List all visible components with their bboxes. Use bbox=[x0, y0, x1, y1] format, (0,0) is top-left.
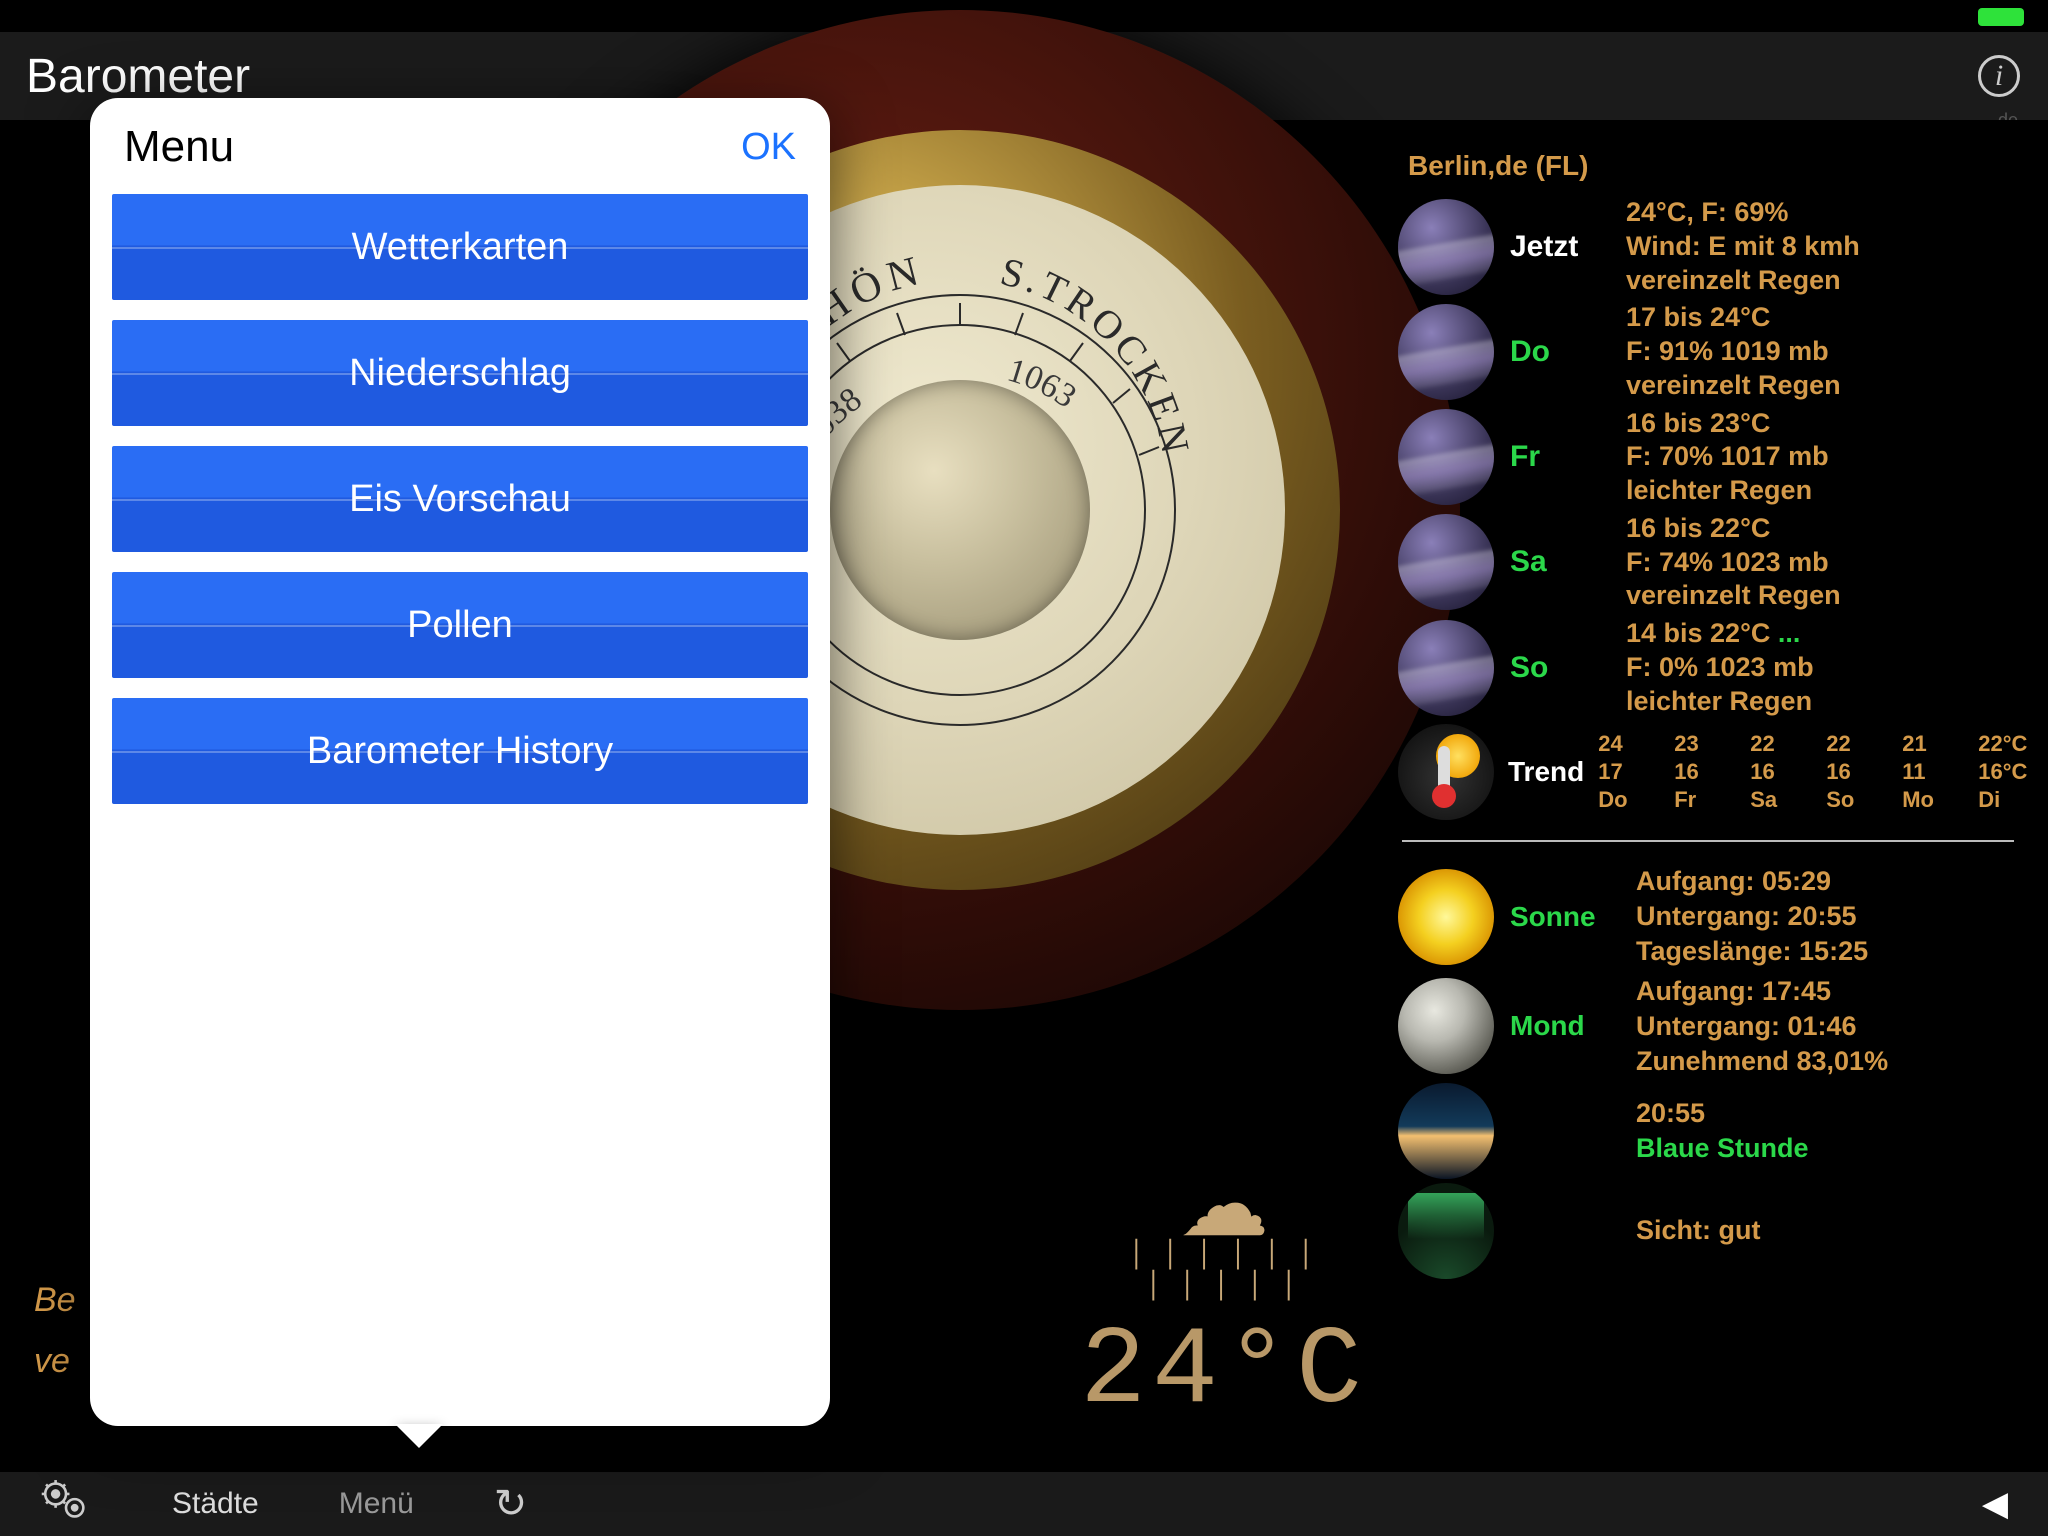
trend-cell: 17 bbox=[1598, 759, 1658, 785]
forecast-weather-icon bbox=[1398, 514, 1494, 610]
rain-icon: ׀ ׀ ׀ ׀ ׀ ׀׀ ׀ ׀ ׀ ׀ bbox=[1080, 1240, 1368, 1302]
back-button[interactable]: ◀ bbox=[1982, 1484, 2008, 1524]
forecast-day-label: So bbox=[1510, 651, 1610, 685]
trend-cell: Do bbox=[1598, 787, 1658, 813]
battery-icon bbox=[1978, 8, 2024, 26]
trend-cell: Mo bbox=[1902, 787, 1962, 813]
moon-icon bbox=[1398, 978, 1494, 1074]
forecast-weather-icon bbox=[1398, 620, 1494, 716]
forecast-row[interactable]: So 14 bis 22°C ...F: 0% 1023 mbleichter R… bbox=[1398, 617, 2018, 718]
forecast-weather-icon bbox=[1398, 409, 1494, 505]
forecast-text: 16 bis 23°CF: 70% 1017 mbleichter Regen bbox=[1626, 407, 1829, 508]
toolbar: Städte Menü ↻ ◀ bbox=[0, 1472, 2048, 1536]
forecast-text: 14 bis 22°C ...F: 0% 1023 mbleichter Reg… bbox=[1626, 617, 1814, 718]
astro-row[interactable]: 20:55Blaue Stunde bbox=[1398, 1083, 2018, 1179]
info-button[interactable]: i bbox=[1978, 55, 2020, 97]
astro-label: Mond bbox=[1510, 1010, 1620, 1042]
reload-button[interactable]: ↻ bbox=[494, 1481, 528, 1527]
trend-cell: 16 bbox=[1750, 759, 1810, 785]
trend-cell: Fr bbox=[1674, 787, 1734, 813]
astro-row[interactable]: Sonne Aufgang: 05:29Untergang: 20:55Tages… bbox=[1398, 864, 2018, 969]
current-temp: 24°C bbox=[1080, 1310, 1368, 1435]
aurora-icon bbox=[1398, 1183, 1494, 1279]
menu-popover: Menu OK Wetterkarten Niederschlag Eis Vors… bbox=[90, 98, 830, 1426]
page-title: Barometer bbox=[26, 49, 250, 104]
popover-title: Menu bbox=[124, 122, 234, 172]
forecast-panel: Berlin,de (FL) Jetzt 24°C, F: 69%Wind: E … bbox=[1398, 150, 2018, 1283]
forecast-text: 17 bis 24°CF: 91% 1019 mbvereinzelt Rege… bbox=[1626, 301, 1841, 402]
forecast-day-label: Sa bbox=[1510, 545, 1610, 579]
astro-text: Sicht: gut bbox=[1636, 1213, 1760, 1248]
forecast-text: 16 bis 22°CF: 74% 1023 mbvereinzelt Rege… bbox=[1626, 512, 1841, 613]
location-title: Berlin,de (FL) bbox=[1408, 150, 2018, 182]
trend-cell: Di bbox=[1978, 787, 2038, 813]
trend-row: Trend 242322222122°C171616161116°CDoFrSa… bbox=[1398, 724, 2018, 820]
menu-button[interactable]: Menü bbox=[339, 1487, 414, 1521]
rain-cloud-icon: ☁ bbox=[1080, 1160, 1368, 1250]
trend-cell: 22 bbox=[1750, 731, 1810, 757]
trend-cell: 24 bbox=[1598, 731, 1658, 757]
trend-grid: 24 23 22 22 21 22°C 17 16 16 16 11 16°C Do Fr Sa So Mo Di bbox=[1598, 731, 2038, 813]
forecast-weather-icon bbox=[1398, 304, 1494, 400]
cities-button[interactable]: Städte bbox=[172, 1487, 259, 1521]
menu-item-wetterkarten[interactable]: Wetterkarten bbox=[112, 194, 808, 300]
forecast-row[interactable]: Fr 16 bis 23°CF: 70% 1017 mbleichter Rege… bbox=[1398, 407, 2018, 508]
forecast-weather-icon bbox=[1398, 199, 1494, 295]
divider bbox=[1402, 840, 2014, 842]
forecast-text: 24°C, F: 69%Wind: E mit 8 kmhvereinzelt … bbox=[1626, 196, 1860, 297]
astro-row[interactable]: Sicht: gut bbox=[1398, 1183, 2018, 1279]
trend-cell: 23 bbox=[1674, 731, 1734, 757]
forecast-row[interactable]: Sa 16 bis 22°CF: 74% 1023 mbvereinzelt Re… bbox=[1398, 512, 2018, 613]
current-conditions: ☁ ׀ ׀ ׀ ׀ ׀ ׀׀ ׀ ׀ ׀ ׀ 24°C bbox=[1080, 1160, 1368, 1435]
sun-icon bbox=[1398, 869, 1494, 965]
popover-ok-button[interactable]: OK bbox=[741, 126, 796, 169]
trend-cell: Sa bbox=[1750, 787, 1810, 813]
astro-label: Sonne bbox=[1510, 901, 1620, 933]
forecast-day-label: Jetzt bbox=[1510, 230, 1610, 264]
trend-cell: 22°C bbox=[1978, 731, 2038, 757]
forecast-day-label: Do bbox=[1510, 335, 1610, 369]
menu-item-eis-vorschau[interactable]: Eis Vorschau bbox=[112, 446, 808, 552]
left-bottom-line1: Be bbox=[34, 1270, 76, 1331]
menu-item-barometer-history[interactable]: Barometer History bbox=[112, 698, 808, 804]
astro-text: 20:55Blaue Stunde bbox=[1636, 1096, 1809, 1166]
left-bottom-line2: ve bbox=[34, 1331, 76, 1392]
trend-cell: 16 bbox=[1826, 759, 1886, 785]
astro-text: Aufgang: 17:45Untergang: 01:46Zunehmend … bbox=[1636, 974, 1888, 1079]
trend-cell: 16 bbox=[1674, 759, 1734, 785]
menu-item-niederschlag[interactable]: Niederschlag bbox=[112, 320, 808, 426]
trend-cell: 11 bbox=[1902, 759, 1962, 785]
trend-icon bbox=[1398, 724, 1494, 820]
popover-arrow-icon bbox=[395, 1424, 443, 1448]
forecast-row[interactable]: Do 17 bis 24°CF: 91% 1019 mbvereinzelt Re… bbox=[1398, 301, 2018, 402]
forecast-day-label: Fr bbox=[1510, 440, 1610, 474]
trend-label: Trend bbox=[1508, 756, 1584, 788]
trend-cell: 22 bbox=[1826, 731, 1886, 757]
settings-button[interactable] bbox=[40, 1478, 92, 1530]
menu-item-pollen[interactable]: Pollen bbox=[112, 572, 808, 678]
astro-text: Aufgang: 05:29Untergang: 20:55Tageslänge… bbox=[1636, 864, 1868, 969]
astro-row[interactable]: Mond Aufgang: 17:45Untergang: 01:46Zunehm… bbox=[1398, 974, 2018, 1079]
left-bottom-text: Be ve bbox=[34, 1270, 76, 1392]
forecast-row[interactable]: Jetzt 24°C, F: 69%Wind: E mit 8 kmhverein… bbox=[1398, 196, 2018, 297]
trend-cell: 16°C bbox=[1978, 759, 2038, 785]
trend-cell: 21 bbox=[1902, 731, 1962, 757]
bluehour-icon bbox=[1398, 1083, 1494, 1179]
trend-cell: So bbox=[1826, 787, 1886, 813]
